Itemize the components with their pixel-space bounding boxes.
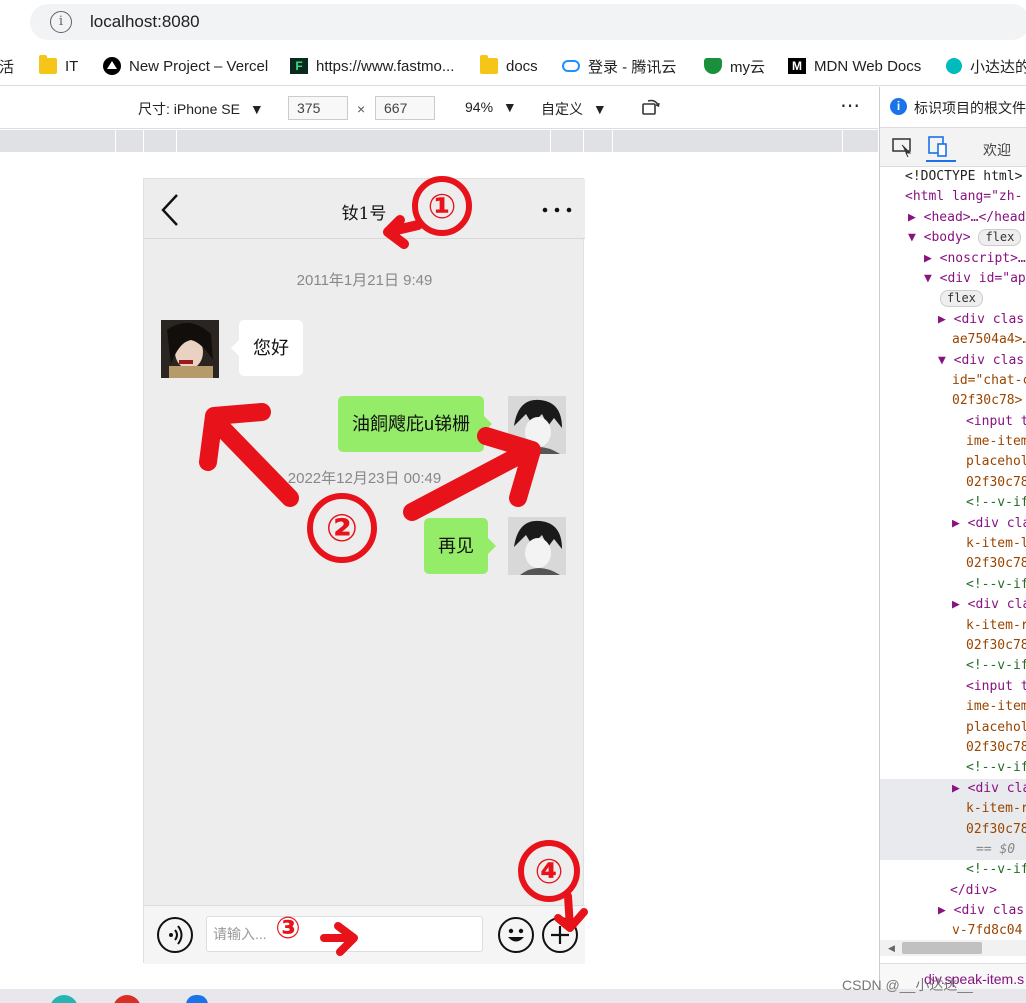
dom-line-selected[interactable]: == $0: [880, 839, 1026, 861]
devtools-info-bar: i 标识项目的根文件: [880, 87, 1026, 127]
annotation-arrow: [383, 215, 423, 249]
annotation-arrow: [320, 922, 358, 956]
taskbar-app-icon[interactable]: [50, 995, 78, 1003]
annotation-overlay: ① ② ③ ④: [199, 176, 588, 956]
dom-line[interactable]: 02f30c78: [880, 554, 1026, 574]
dom-line[interactable]: ▶ <div cla: [880, 595, 1026, 615]
dom-line[interactable]: <!--v-if: [880, 575, 1026, 595]
dom-line[interactable]: <!--v-if: [880, 656, 1026, 676]
dom-line[interactable]: <html lang="zh-: [880, 187, 1026, 207]
dom-line[interactable]: ▶ <div clas: [880, 901, 1026, 921]
dom-line[interactable]: ▼ <div id="ap: [880, 269, 1026, 289]
device-toggle-icon[interactable]: [926, 134, 956, 162]
dom-line[interactable]: ime-item: [880, 432, 1026, 452]
devtools-tabs: 欢迎: [880, 127, 1026, 167]
dom-line[interactable]: k-item-l: [880, 534, 1026, 554]
dom-line[interactable]: ▶ <noscript>…: [880, 249, 1026, 269]
dom-tree: <!DOCTYPE html> <html lang="zh- ▶ <head>…: [880, 167, 1026, 942]
info-icon: i: [890, 98, 907, 115]
watermark: CSDN @__小达达__: [842, 977, 973, 993]
dom-line-selected[interactable]: ▶ <div cla: [880, 778, 1026, 800]
dom-line[interactable]: </div>: [880, 881, 1026, 901]
dom-line[interactable]: placehol: [880, 718, 1026, 738]
dom-line[interactable]: ae7504a4>…: [880, 330, 1026, 350]
taskbar-app-icon[interactable]: [113, 995, 141, 1003]
annotation-label: ①: [428, 187, 457, 227]
flex-badge[interactable]: flex: [978, 229, 1022, 247]
dom-line[interactable]: ime-item: [880, 697, 1026, 717]
dom-line[interactable]: ▶ <head>…</head>: [880, 208, 1026, 228]
flex-badge[interactable]: flex: [940, 290, 983, 308]
horizontal-scrollbar[interactable]: ◀: [880, 940, 1026, 956]
dom-line[interactable]: ▶ <div cla: [880, 514, 1026, 534]
dom-line[interactable]: flex: [880, 289, 1026, 309]
inspect-element-icon[interactable]: [892, 137, 914, 162]
annotation-arrow: [554, 892, 588, 932]
dom-line[interactable]: placehol: [880, 452, 1026, 472]
annotation-label: ③: [275, 911, 300, 946]
annotation-arrow: [403, 445, 531, 521]
annotation-label: ②: [326, 506, 358, 550]
dom-line[interactable]: k-item-r: [880, 616, 1026, 636]
dom-line[interactable]: <!--v-if: [880, 493, 1026, 513]
devtools-panel: i 标识项目的根文件 欢迎 <!DOCTYPE html> <html lang…: [879, 87, 1026, 1003]
dom-line[interactable]: <!DOCTYPE html>: [880, 167, 1026, 187]
dom-line[interactable]: 02f30c78: [880, 636, 1026, 656]
dom-line[interactable]: <!--v-if: [880, 758, 1026, 778]
dom-line[interactable]: <input t: [880, 677, 1026, 697]
dom-line[interactable]: ▶ <div clas: [880, 310, 1026, 330]
annotation-label: ④: [535, 852, 564, 892]
dom-line[interactable]: <!--v-if: [880, 860, 1026, 880]
dom-line[interactable]: 02f30c78>: [880, 391, 1026, 411]
dom-line[interactable]: id="chat-c: [880, 371, 1026, 391]
dom-line[interactable]: ▼ <body> flex: [880, 228, 1026, 248]
dom-line[interactable]: 02f30c78: [880, 738, 1026, 758]
devtools-info-text: 标识项目的根文件: [914, 100, 1026, 116]
dom-line[interactable]: v-7fd8c04: [880, 921, 1026, 941]
dom-line[interactable]: 02f30c78: [880, 473, 1026, 493]
tab-welcome[interactable]: 欢迎: [983, 140, 1011, 160]
annotation-arrow: [215, 421, 299, 507]
dom-line[interactable]: ▼ <div clas: [880, 351, 1026, 371]
dom-line-selected[interactable]: 02f30c78: [880, 819, 1026, 840]
taskbar-app-icon[interactable]: [186, 995, 208, 1003]
dom-line[interactable]: <input t: [880, 412, 1026, 432]
scroll-left-icon[interactable]: ◀: [888, 943, 895, 954]
dom-line-selected[interactable]: k-item-r: [880, 799, 1026, 820]
scrollbar-thumb[interactable]: [902, 942, 982, 954]
